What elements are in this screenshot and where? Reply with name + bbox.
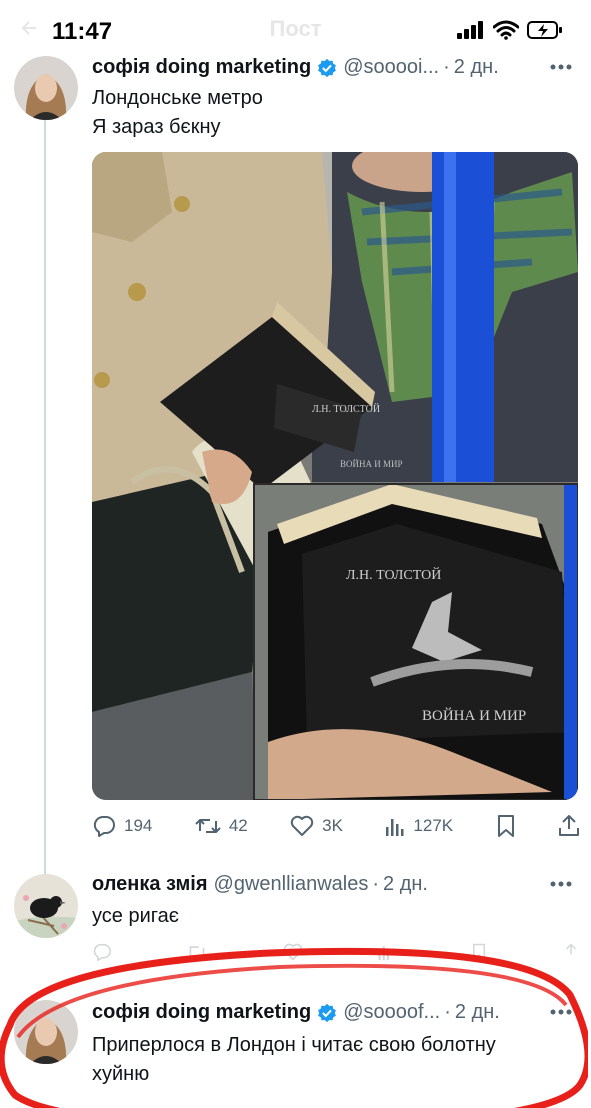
separator-dot: · [372,873,380,895]
like-button[interactable]: 3K [290,815,343,837]
repost-count: 42 [228,816,248,835]
more-options-icon[interactable] [549,1008,573,1016]
subway-photo: Л.Н. ТОЛСТОЙ ВОЙНА И МИР Л.Н. ТОЛСТОЙ ВО… [92,152,578,800]
reply-icon[interactable] [92,943,112,961]
repost-icon [195,819,221,833]
heart-icon [290,815,314,836]
reply-button[interactable]: 194 [92,815,152,837]
book-title-small: ВОЙНА И МИР [340,459,403,469]
share-icon[interactable] [558,814,580,838]
avatar-photo [14,56,78,120]
views-button[interactable]: 127K [385,815,453,837]
battery-charging-icon [527,21,562,39]
reply-actions-partial [92,943,580,961]
views-chart-icon [386,819,404,836]
views-count: 127K [413,816,454,835]
tweet-text: Лондонське метро Я зараз бєкну [92,84,263,142]
status-icons [457,20,563,40]
reply-icon [93,815,115,837]
handle[interactable]: @gwenllianwales [214,873,369,896]
reply-text: усе ригає [92,905,179,927]
reply-text-line: хуйню [92,1063,150,1085]
reply-count: 194 [124,816,153,835]
cellular-signal-icon [457,21,483,39]
separator-dot: · [443,56,450,78]
separator-dot: · [444,1001,451,1023]
tweet-date[interactable]: 2 дн. [455,1001,500,1024]
avatar[interactable] [14,56,78,120]
reply-header: софія doing marketing @soooof... · 2 дн. [92,1001,500,1024]
status-bar: Пост 11:47 [0,0,591,64]
verified-badge-icon [318,58,337,77]
more-options-icon[interactable] [549,880,573,888]
thread-connector-line [44,118,46,878]
reply-text-line: Приперлося в Лондон і читає свою болотну [92,1034,496,1056]
reply-text: Приперлося в Лондон і читає свою болотну… [92,1031,496,1089]
book-author-zoom: Л.Н. ТОЛСТОЙ [346,566,441,583]
like-count: 3K [322,816,343,835]
avatar-photo [14,874,78,938]
views-chart-icon[interactable] [377,943,395,961]
repost-button[interactable]: 42 [195,815,248,837]
tweet-text-line: Лондонське метро [92,87,263,109]
avatar[interactable] [14,1000,78,1064]
repost-icon[interactable] [186,943,208,961]
verified-badge-icon [318,1003,337,1022]
tweet-photo[interactable]: Л.Н. ТОЛСТОЙ ВОЙНА И МИР Л.Н. ТОЛСТОЙ ВО… [92,152,578,800]
display-name[interactable]: оленка змія [92,873,208,896]
handle[interactable]: @sooooi... [343,56,439,79]
book-author-small: Л.Н. ТОЛСТОЙ [312,403,380,415]
heart-icon[interactable] [283,943,303,961]
wifi-icon [493,20,519,40]
more-options-icon[interactable] [549,63,573,71]
tweet-actions: 194 42 3K 127K [92,808,580,844]
bookmark-icon[interactable] [496,814,516,838]
book-title-zoom: ВОЙНА И МИР [422,707,526,724]
avatar[interactable] [14,874,78,938]
tweet-date[interactable]: 2 дн. [454,56,499,79]
tweet-text-line: Я зараз бєкну [92,116,221,138]
share-icon[interactable] [562,943,580,961]
bookmark-icon[interactable] [470,943,488,961]
reply-header: оленка змія @gwenllianwales · 2 дн. [92,873,428,896]
handle[interactable]: @soooof... [343,1001,440,1024]
status-time: 11:47 [52,18,113,45]
display-name[interactable]: софія doing marketing [92,1001,311,1024]
tweet-date[interactable]: 2 дн. [383,873,428,896]
tweet-header: софія doing marketing @sooooi... · 2 дн. [92,56,499,79]
avatar-photo [14,1000,78,1064]
display-name[interactable]: софія doing marketing [92,56,311,79]
